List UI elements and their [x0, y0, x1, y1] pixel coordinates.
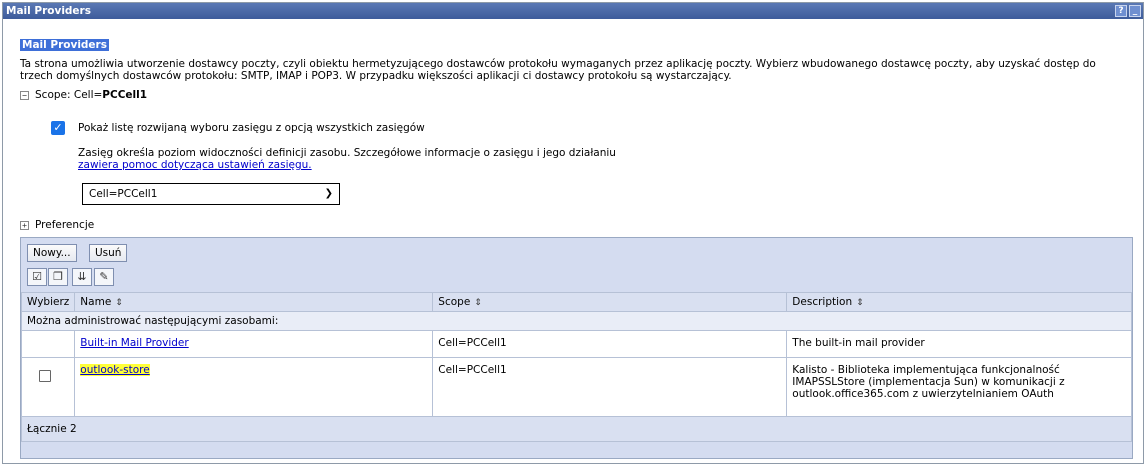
deselect-all-icon[interactable]: ❐: [48, 268, 68, 286]
new-button[interactable]: Nowy...: [27, 244, 77, 262]
collapse-icon[interactable]: −: [20, 90, 29, 100]
delete-button[interactable]: Usuń: [89, 244, 128, 262]
sort-icon[interactable]: ⇕: [115, 298, 123, 308]
table-row: Built-in Mail Provider Cell=PCCell1 The …: [20, 330, 1132, 358]
table-total-row: Łącznie 2: [21, 416, 1132, 442]
minimize-icon[interactable]: _: [1129, 5, 1141, 17]
scope-info-text: Zasięg określa poziom widoczności defini…: [78, 147, 616, 159]
header-name-label: Name: [80, 296, 112, 308]
provider-link[interactable]: outlook-store: [80, 364, 150, 376]
window-titlebar: Mail Providers ? _: [3, 3, 1143, 19]
sort-icon[interactable]: ⇕: [856, 298, 864, 308]
header-select: Wybierz: [20, 292, 76, 312]
row-name-cell: outlook-store: [74, 357, 434, 417]
window-title: Mail Providers: [6, 5, 91, 17]
header-description-label: Description: [792, 296, 853, 308]
clear-filter-icon[interactable]: ✎: [94, 268, 114, 286]
table-subheader-row: Można administrować następującymi zasoba…: [21, 311, 1132, 331]
page-description: Ta strona umożliwia utworzenie dostawcy …: [20, 58, 1096, 82]
header-scope-label: Scope: [438, 296, 471, 308]
scope-help-link[interactable]: zawiera pomoc dotycząca ustawień zasięgu…: [78, 159, 312, 171]
resources-panel: Nowy... Usuń ☑ ❐ ⇊ ✎ Wybierz Name ⇕ Scope…: [20, 237, 1133, 459]
row-scope-cell: Cell=PCCell1: [432, 330, 788, 358]
page-title: Mail Providers: [20, 39, 109, 51]
table-row: outlook-store Cell=PCCell1 Kalisto - Bib…: [20, 357, 1132, 417]
row-description-cell: The built-in mail provider: [786, 330, 1132, 358]
row-scope-cell: Cell=PCCell1: [432, 357, 788, 417]
row-select-cell: [20, 330, 76, 358]
row-description-cell: Kalisto - Biblioteka implementująca funk…: [786, 357, 1132, 417]
row-checkbox[interactable]: [39, 370, 51, 382]
help-icon[interactable]: ?: [1115, 5, 1127, 17]
scope-info: Zasięg określa poziom widoczności defini…: [78, 147, 648, 171]
show-scope-checkbox-label: Pokaż listę rozwijaną wyboru zasięgu z o…: [78, 122, 425, 134]
header-scope[interactable]: Scope ⇕: [432, 292, 788, 312]
providers-table: Wybierz Name ⇕ Scope ⇕ Description ⇕ Można …: [20, 292, 1132, 442]
scope-header: − Scope: Cell= PCCell1: [20, 89, 1135, 101]
table-subheader: Można administrować następującymi zasoba…: [21, 311, 1132, 331]
table-header-row: Wybierz Name ⇕ Scope ⇕ Description ⇕: [20, 292, 1132, 312]
show-filter-icon[interactable]: ⇊: [72, 268, 92, 286]
provider-link[interactable]: Built-in Mail Provider: [80, 337, 188, 349]
mail-providers-window: Mail Providers ? _ Mail Providers Ta str…: [2, 2, 1144, 464]
sort-icon[interactable]: ⇕: [474, 298, 482, 308]
scope-label-prefix: Scope: Cell=: [35, 89, 103, 101]
row-name-cell: Built-in Mail Provider: [74, 330, 434, 358]
preferences-label: Preferencje: [35, 219, 95, 231]
chevron-down-icon: ❯: [324, 188, 333, 199]
table-total: Łącznie 2: [21, 416, 1132, 442]
row-select-cell: [20, 357, 76, 417]
scope-select-value: Cell=PCCell1: [89, 188, 158, 200]
preferences-row[interactable]: + Preferencje: [20, 219, 94, 231]
show-scope-checkbox[interactable]: ✓: [51, 121, 65, 135]
select-all-icon[interactable]: ☑: [27, 268, 47, 286]
content-area: Mail Providers Ta strona umożliwia utwor…: [20, 25, 1135, 463]
header-description[interactable]: Description ⇕: [786, 292, 1132, 312]
scope-select[interactable]: Cell=PCCell1 ❯: [82, 183, 340, 205]
scope-checkbox-row: ✓ Pokaż listę rozwijaną wyboru zasięgu z…: [51, 121, 425, 135]
header-name[interactable]: Name ⇕: [74, 292, 434, 312]
expand-icon[interactable]: +: [20, 220, 29, 230]
scope-label-value: PCCell1: [102, 89, 148, 101]
